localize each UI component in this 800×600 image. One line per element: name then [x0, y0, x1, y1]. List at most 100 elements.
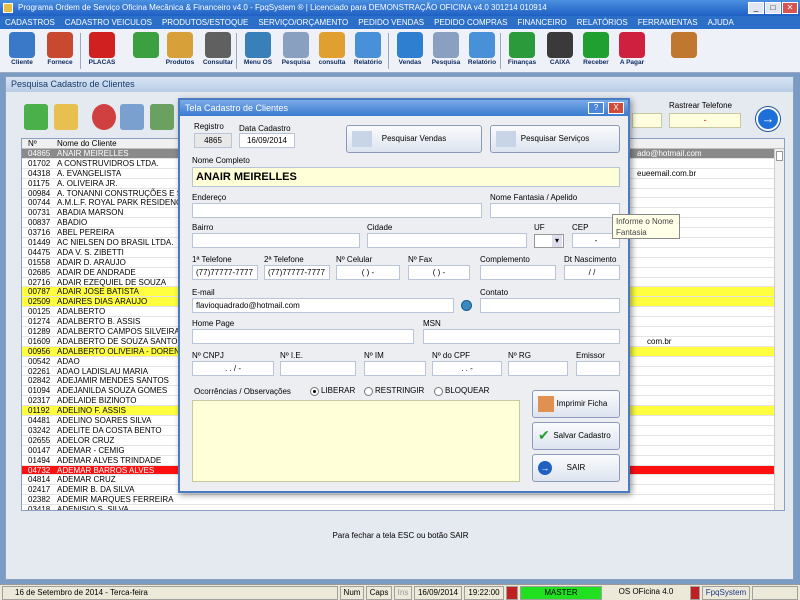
toolbar-button-0[interactable]: Cliente [4, 31, 40, 71]
tel2-field[interactable]: (77)77777-7777 [264, 265, 330, 280]
complemento-field[interactable] [480, 265, 556, 280]
col-header-name[interactable]: Nome do Cliente [57, 139, 117, 149]
observacoes-textarea[interactable] [192, 400, 520, 482]
toolbar-button-2[interactable]: PLACAS [84, 31, 120, 71]
add-client-icon[interactable] [24, 104, 48, 130]
radio-restringir[interactable]: RESTRINGIR [364, 386, 424, 396]
menu-ferramentas[interactable]: FERRAMENTAS [638, 16, 698, 29]
close-window-button[interactable]: ✕ [782, 2, 798, 14]
menu-relatorios[interactable]: RELATÓRIOS [577, 16, 628, 29]
contato-field[interactable] [480, 298, 620, 313]
row-name: ABADIO [57, 218, 88, 228]
homepage-field[interactable] [192, 329, 414, 344]
toolbar-button-8[interactable]: consulta [314, 31, 350, 71]
fantasia-field[interactable] [490, 203, 620, 218]
go-arrow-button[interactable]: → [756, 107, 780, 131]
menu-cadastro-veiculos[interactable]: CADASTRO VEICULOS [65, 16, 152, 29]
toolbar-button-13[interactable]: Finanças [504, 31, 540, 71]
row-name: ADELOR CRUZ [57, 435, 115, 445]
row-number: 00542 [28, 356, 51, 366]
delete-client-icon[interactable] [92, 104, 116, 130]
toolbar-button-4[interactable]: Produtos [162, 31, 198, 71]
row-number: 01449 [28, 238, 51, 248]
complemento-label: Complemento [480, 255, 530, 264]
im-field[interactable] [364, 361, 426, 376]
fax-field[interactable]: ( ) - [408, 265, 470, 280]
status-bar: 16 de Setembro de 2014 - Terca-feira Num… [0, 584, 800, 600]
toolbar-button-5[interactable]: Consultar [200, 31, 236, 71]
rg-field[interactable] [508, 361, 568, 376]
imprimir-ficha-label: Imprimir Ficha [556, 399, 608, 408]
menu-pedido-compras[interactable]: PEDIDO COMPRAS [434, 16, 507, 29]
minimize-button[interactable]: _ [748, 2, 764, 14]
print-list-icon[interactable] [120, 104, 144, 130]
dialog-help-button[interactable]: ? [588, 102, 604, 114]
cnpj-field[interactable]: . . / - [192, 361, 274, 376]
row-number: 02261 [28, 366, 51, 376]
ie-field[interactable] [280, 361, 356, 376]
toolbar-button-1[interactable]: Fornece [42, 31, 78, 71]
cpf-field[interactable]: . . - [432, 361, 502, 376]
menu-pedido-vendas[interactable]: PEDIDO VENDAS [358, 16, 424, 29]
ie-label: Nº I.E. [280, 351, 303, 360]
bairro-field[interactable] [192, 233, 360, 248]
money-icon [509, 32, 535, 58]
rastrear-input[interactable]: - [669, 113, 741, 128]
emissor-field[interactable] [576, 361, 620, 376]
menu-cadastros[interactable]: CADASTROS [5, 16, 55, 29]
cidade-field[interactable] [367, 233, 527, 248]
row-number: 00147 [28, 445, 51, 455]
email-field[interactable]: flavioquadrado@hotmail.com [192, 298, 454, 313]
toolbar-button-9[interactable]: Relatório [350, 31, 386, 71]
pesquisar-servicos-button[interactable]: Pesquisar Serviços [490, 125, 620, 153]
toolbar-button-16[interactable]: A Pagar [614, 31, 650, 71]
menu-ajuda[interactable]: AJUDA [708, 16, 734, 29]
menu-servico-orcamento[interactable]: SERVIÇO/ORÇAMENTO [258, 16, 348, 29]
scroll-thumb[interactable] [776, 151, 783, 161]
toolbar-button-7[interactable]: Pesquisa [278, 31, 314, 71]
endereco-field[interactable] [192, 203, 482, 218]
toolbar-button-12[interactable]: Relatório [464, 31, 500, 71]
col-header-number[interactable]: Nº [28, 139, 37, 149]
send-email-icon[interactable] [461, 300, 472, 311]
tel1-field[interactable]: (77)77777-7777 [192, 265, 258, 280]
uf-select[interactable] [534, 234, 564, 248]
radio-bloquear[interactable]: BLOQUEAR [434, 386, 489, 396]
toolbar-button-10[interactable]: Vendas [392, 31, 428, 71]
table-row[interactable]: 03418 ADENISIO S. SILVA [22, 505, 784, 510]
maximize-button[interactable]: □ [765, 2, 781, 14]
toolbar-button-3[interactable] [128, 31, 164, 71]
edit-client-icon[interactable] [54, 104, 78, 130]
toolbar-button-15[interactable]: Receber [578, 31, 614, 71]
toolbar-button-11[interactable]: Pesquisa [428, 31, 464, 71]
services-icon [496, 131, 516, 147]
grid-scrollbar[interactable] [774, 149, 784, 510]
nascimento-field[interactable]: / / [564, 265, 620, 280]
toolbar-button-14[interactable]: CAIXA [542, 31, 578, 71]
row-number: 04475 [28, 247, 51, 257]
row-name: ADELITE DA COSTA BENTO [57, 425, 162, 435]
toolbar-button-17[interactable] [666, 31, 702, 71]
row-name: ADEMAR BARROS ALVES [57, 465, 155, 475]
data-cadastro-field[interactable]: 16/09/2014 [239, 133, 295, 148]
sair-button[interactable]: → SAIR [532, 454, 620, 482]
salvar-cadastro-button[interactable]: ✔ Salvar Cadastro [532, 422, 620, 450]
celular-field[interactable]: ( ) - [336, 265, 400, 280]
imprimir-ficha-button[interactable]: Imprimir Ficha [532, 390, 620, 418]
radio-liberar[interactable]: LIBERAR [310, 386, 355, 396]
nome-field[interactable]: ANAIR MEIRELLES [192, 167, 620, 187]
toolbar-button-6[interactable]: Menu OS [240, 31, 276, 71]
menu-produtos-estoque[interactable]: PRODUTOS/ESTOQUE [162, 16, 248, 29]
dialog-close-button[interactable]: X [608, 102, 624, 114]
celular-label: Nº Celular [336, 255, 373, 264]
search-field[interactable] [632, 113, 662, 128]
im-label: Nº IM [364, 351, 384, 360]
row-name: ADAIR JOSE BATISTA [57, 287, 139, 297]
row-number: 02382 [28, 495, 51, 505]
msn-field[interactable] [423, 329, 620, 344]
pesquisar-vendas-button[interactable]: Pesquisar Vendas [346, 125, 482, 153]
table-row[interactable]: 02382 ADEMIR MARQUES FERREIRA [22, 495, 784, 506]
export-excel-icon[interactable] [150, 104, 174, 130]
pesquisar-vendas-label: Pesquisar Vendas [381, 134, 447, 143]
menu-financeiro[interactable]: FINANCEIRO [517, 16, 566, 29]
